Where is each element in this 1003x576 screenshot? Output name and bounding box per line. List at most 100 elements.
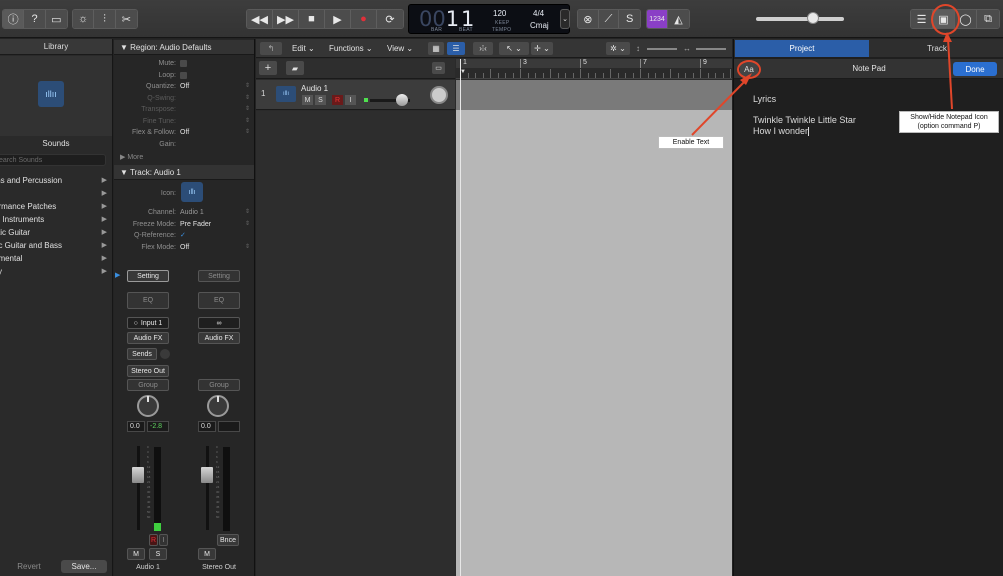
master-volume-slider[interactable] (756, 17, 844, 21)
replace-icon[interactable]: ⊗ (578, 10, 599, 28)
setting-button-2[interactable]: Setting (198, 270, 240, 282)
library-category-item[interactable]: rimental ▶ (0, 252, 112, 265)
track-list-empty-area[interactable] (256, 111, 455, 576)
library-category-item[interactable]: stic Guitar ▶ (0, 226, 112, 239)
done-button[interactable]: Done (953, 62, 997, 76)
eq-button-2[interactable]: EQ (198, 292, 240, 309)
library-category-item[interactable]: cy ▶ (0, 265, 112, 278)
track-prop-row[interactable]: Flex Mode: Off ⇕ (114, 242, 254, 253)
region-prop-row[interactable]: Flex & Follow: Off ⇕ (114, 127, 254, 138)
eq-button-1[interactable]: EQ (127, 292, 169, 309)
setting-button-1[interactable]: Setting (127, 270, 169, 282)
stop-icon[interactable]: ■ (299, 10, 325, 28)
tab-track[interactable]: Track (870, 40, 1003, 57)
pan-knob-1[interactable] (137, 395, 159, 417)
sends-slot-1[interactable]: Sends (127, 348, 157, 360)
region-section-header[interactable]: ▼ Region: Audio Defaults (114, 40, 254, 55)
cycle-icon[interactable]: ⟳ (377, 10, 403, 28)
region-prop-row[interactable]: Loop: (114, 70, 254, 81)
grid-view-icon[interactable]: ▦ (428, 42, 444, 55)
lcd-display[interactable]: 001 1 BAR BEAT 120 KEEP TEMPO 4/4 Cmaj (408, 4, 570, 34)
record-icon[interactable]: ● (351, 10, 377, 28)
ruler[interactable]: ▼ 13579 (456, 59, 754, 79)
catch-icon[interactable]: ›⁞‹ (473, 42, 493, 55)
stepper-icon[interactable]: ⇕ (245, 116, 250, 127)
mute-button-2[interactable]: M (198, 548, 216, 560)
region-prop-checkbox[interactable] (180, 71, 187, 79)
library-category-item[interactable]: io Instruments ▶ (0, 213, 112, 226)
add-track-icon[interactable]: + (259, 61, 277, 75)
fast-forward-icon[interactable]: ▶▶ (273, 10, 299, 28)
library-save-button[interactable]: Save... (61, 560, 107, 573)
playhead[interactable] (460, 59, 461, 576)
send-knob[interactable] (160, 349, 170, 359)
back-arrow-icon[interactable]: ↰ (260, 42, 282, 55)
edit-menu[interactable]: Edit ⌄ (292, 42, 315, 55)
track-lane[interactable] (456, 80, 732, 110)
new-folder-icon[interactable]: ▰ (286, 61, 304, 75)
track-section-header[interactable]: ▼ Track: Audio 1 (114, 165, 254, 180)
tuning-fork-icon[interactable]: ⟋ (598, 10, 620, 28)
link-slot-2[interactable]: ∞ (198, 317, 240, 329)
track-prop-row[interactable]: Freeze Mode: Pre Fader ⇕ (114, 219, 254, 230)
input-slot-1[interactable]: ○ Input 1 (127, 317, 169, 329)
more-disclosure[interactable]: ▶ More (120, 153, 143, 161)
pointer-tool-icon[interactable]: ↖ ⌄ (499, 42, 529, 55)
region-prop-row[interactable]: Fine Tune: ⇕ (114, 116, 254, 127)
info-icon[interactable]: ⓘ (3, 10, 25, 28)
tab-project[interactable]: Project (735, 40, 869, 57)
library-category-item[interactable]: e▶ (0, 187, 112, 200)
horizontal-zoom-icon[interactable]: ↔ (683, 42, 691, 55)
region-prop-row[interactable]: Gain: (114, 139, 254, 150)
group-slot-2[interactable]: Group (198, 379, 240, 391)
vertical-zoom-slider[interactable] (647, 48, 677, 50)
region-prop-checkbox[interactable] (180, 60, 187, 67)
toolbar-icon[interactable]: ▭ (45, 10, 67, 28)
arrange-area[interactable] (456, 110, 732, 576)
track-waveform-icon-2[interactable]: ıllı (276, 86, 296, 102)
track-pan-knob[interactable] (430, 86, 448, 104)
browsers-icon[interactable]: ⧉ (977, 10, 999, 28)
stepper-icon[interactable]: ⇕ (245, 207, 250, 218)
track-input-monitor-button[interactable]: I (345, 95, 356, 105)
list-editors-icon[interactable]: ☰ (911, 10, 933, 28)
output-slot-1[interactable]: Stereo Out (127, 365, 169, 377)
mute-button-1[interactable]: M (127, 548, 145, 560)
global-tracks-icon[interactable]: ▭ (432, 62, 445, 74)
view-menu[interactable]: View ⌄ (387, 42, 413, 55)
record-enable-1[interactable]: R (149, 534, 158, 546)
group-slot-1[interactable]: Group (127, 379, 169, 391)
region-prop-row[interactable]: Transpose: ⇕ (114, 104, 254, 115)
lcd-menu-chevron-icon[interactable]: ⌄ (560, 9, 570, 29)
volume-fader-1[interactable] (132, 467, 144, 483)
track-mute-button[interactable]: M (302, 95, 313, 105)
stepper-icon[interactable]: ⇕ (245, 219, 250, 230)
help-icon[interactable]: ? (24, 10, 46, 28)
vertical-zoom-icon[interactable]: ↕ (636, 42, 640, 55)
snap-settings-icon[interactable]: ✲ ⌄ (606, 42, 630, 55)
volume-value-1[interactable]: 0.0 (127, 421, 145, 432)
library-revert-button[interactable]: Revert (4, 560, 54, 573)
track-volume-thumb[interactable] (396, 94, 408, 106)
stepper-icon[interactable]: ⇕ (245, 127, 250, 138)
audio-fx-slot-1[interactable]: Audio FX (127, 332, 169, 344)
smart-controls-icon[interactable]: ☼ (73, 10, 95, 28)
region-prop-row[interactable]: Q-Swing: ⇕ (114, 93, 254, 104)
master-volume-thumb[interactable] (807, 12, 820, 24)
solo-button-1[interactable]: S (149, 548, 167, 560)
track-waveform-icon[interactable]: ıllı (181, 182, 203, 202)
track-prop-row[interactable]: Q-Reference: ✓ (114, 230, 254, 241)
play-icon[interactable]: ▶ (325, 10, 351, 28)
scissors-icon[interactable]: ✂ (115, 10, 137, 28)
solo-icon[interactable]: S (619, 10, 640, 28)
notepad-text-area[interactable]: Lyrics Twinkle Twinkle Little Star How I… (734, 80, 1003, 576)
region-prop-row[interactable]: Mute: (114, 58, 254, 69)
stepper-icon[interactable]: ⇕ (245, 242, 250, 253)
volume-value-2[interactable]: 0.0 (198, 421, 216, 432)
track-solo-button[interactable]: S (315, 95, 326, 105)
library-search-input[interactable]: earch Sounds (0, 154, 106, 166)
horizontal-zoom-slider[interactable] (696, 48, 726, 50)
pan-knob-2[interactable] (207, 395, 229, 417)
library-category-item[interactable]: ormance Patches ▶ (0, 200, 112, 213)
rewind-icon[interactable]: ◀◀ (247, 10, 273, 28)
